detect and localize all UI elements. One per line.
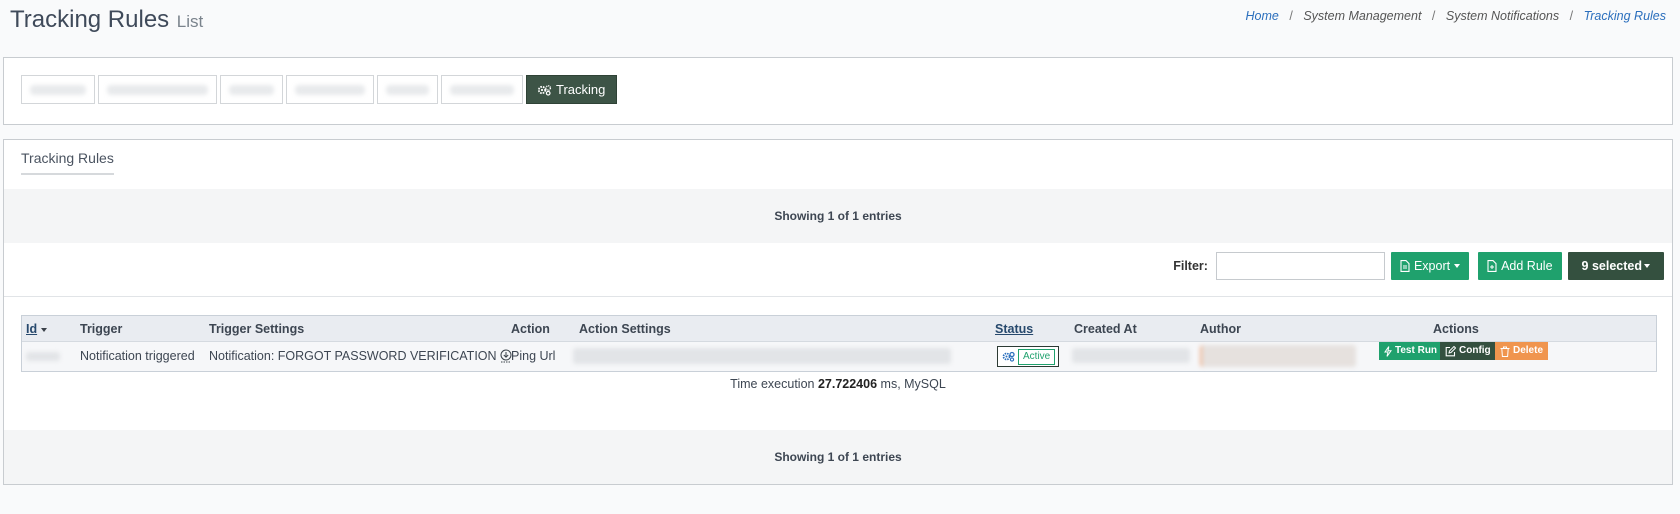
- chevron-down-icon: [1454, 264, 1461, 268]
- breadcrumb-separator: /: [1569, 9, 1574, 23]
- execution-time: Time execution 27.722406 ms, MySQL: [4, 377, 1672, 391]
- header-id[interactable]: Id: [26, 316, 48, 342]
- section-title: Tracking Rules: [21, 150, 114, 175]
- header-action-settings: Action Settings: [579, 322, 671, 336]
- cell-trigger-settings: Notification: FORGOT PASSWORD VERIFICATI…: [209, 342, 512, 370]
- tab-tracking[interactable]: Tracking: [526, 75, 618, 104]
- header-actions: Actions: [1433, 322, 1479, 336]
- execution-time-value: 27.722406: [817, 377, 878, 391]
- test-run-label: Test Run: [1395, 345, 1438, 356]
- execution-time-prefix: Time execution: [730, 377, 815, 391]
- page-title-main: Tracking Rules: [10, 6, 170, 33]
- header-created-at: Created At: [1074, 322, 1137, 336]
- breadcrumb-system-management[interactable]: System Management: [1303, 9, 1421, 23]
- breadcrumb-tracking-rules[interactable]: Tracking Rules: [1584, 9, 1666, 23]
- entries-info-top: Showing 1 of 1 entries: [4, 189, 1672, 243]
- export-button[interactable]: Export: [1390, 252, 1470, 280]
- breadcrumb-separator: /: [1289, 9, 1293, 23]
- cogs-icon: [1002, 351, 1015, 362]
- chevron-down-icon: [1644, 264, 1650, 268]
- table-toolbar: Filter: Export Add Rule 9 selected: [1173, 252, 1664, 280]
- header-trigger: Trigger: [80, 322, 123, 336]
- config-label: Config: [1459, 345, 1491, 356]
- delete-label: Delete: [1513, 345, 1544, 356]
- module-tabs: Tracking: [21, 75, 618, 104]
- page-title: Tracking Rules List: [10, 6, 203, 34]
- flash-icon: [1384, 345, 1392, 357]
- status-toggle[interactable]: Active: [997, 346, 1060, 367]
- file-add-icon: [1487, 260, 1497, 272]
- test-run-button[interactable]: Test Run: [1379, 342, 1443, 360]
- column-select-label: 9 selected: [1581, 259, 1642, 273]
- trigger-settings-text: Notification: FORGOT PASSWORD VERIFICATI…: [209, 349, 497, 363]
- header-action: Action: [511, 322, 550, 336]
- filter-label: Filter:: [1173, 259, 1208, 273]
- add-rule-button[interactable]: Add Rule: [1478, 252, 1562, 280]
- page-title-sub: List: [176, 12, 204, 31]
- module-tab-redacted[interactable]: [441, 75, 523, 104]
- header-status[interactable]: Status: [995, 316, 1033, 342]
- delete-button[interactable]: Delete: [1495, 342, 1549, 360]
- module-tab-redacted[interactable]: [21, 75, 95, 104]
- id-redacted: [26, 352, 60, 361]
- tracking-rules-panel: Tracking Rules Showing 1 of 1 entries Fi…: [3, 139, 1673, 485]
- breadcrumb: Home / System Management / System Notifi…: [1246, 9, 1666, 23]
- cogs-icon: [537, 84, 552, 96]
- header-author: Author: [1200, 322, 1241, 336]
- module-tab-redacted[interactable]: [98, 75, 217, 104]
- breadcrumb-separator: /: [1431, 9, 1436, 23]
- execution-time-suffix: ms, MySQL: [880, 377, 946, 391]
- export-label: Export: [1413, 259, 1451, 273]
- add-rule-label: Add Rule: [1501, 259, 1553, 273]
- tab-tracking-label: Tracking: [556, 82, 606, 97]
- breadcrumb-home[interactable]: Home: [1246, 9, 1279, 23]
- action-settings-redacted: [573, 348, 951, 364]
- cell-action: Ping Url: [511, 349, 556, 363]
- status-badge: Active: [1018, 348, 1056, 365]
- module-tab-redacted[interactable]: [220, 75, 283, 104]
- filter-input[interactable]: [1215, 252, 1385, 280]
- module-tabs-panel: Tracking: [3, 57, 1673, 125]
- column-select-button[interactable]: 9 selected: [1567, 252, 1664, 280]
- entries-info-bottom: Showing 1 of 1 entries: [4, 430, 1672, 484]
- breadcrumb-system-notifications[interactable]: System Notifications: [1446, 9, 1559, 23]
- edit-icon: [1445, 345, 1456, 356]
- module-tab-redacted[interactable]: [286, 75, 374, 104]
- config-button[interactable]: Config: [1440, 342, 1496, 360]
- sort-desc-icon: [41, 327, 48, 332]
- trash-icon: [1500, 346, 1510, 357]
- cell-trigger: Notification triggered: [80, 349, 195, 363]
- author-redacted: [1200, 345, 1356, 367]
- divider: [4, 296, 1672, 297]
- table-row[interactable]: Notification triggered Notification: FOR…: [22, 342, 1656, 371]
- table-header: Id Trigger Trigger Settings Action Actio…: [22, 316, 1656, 342]
- header-trigger-settings: Trigger Settings: [209, 322, 305, 336]
- rules-table: Id Trigger Trigger Settings Action Actio…: [21, 315, 1657, 372]
- created-at-redacted: [1072, 348, 1190, 363]
- file-icon: [1400, 260, 1410, 272]
- module-tab-redacted[interactable]: [377, 75, 438, 104]
- download-circle-icon[interactable]: [500, 349, 512, 363]
